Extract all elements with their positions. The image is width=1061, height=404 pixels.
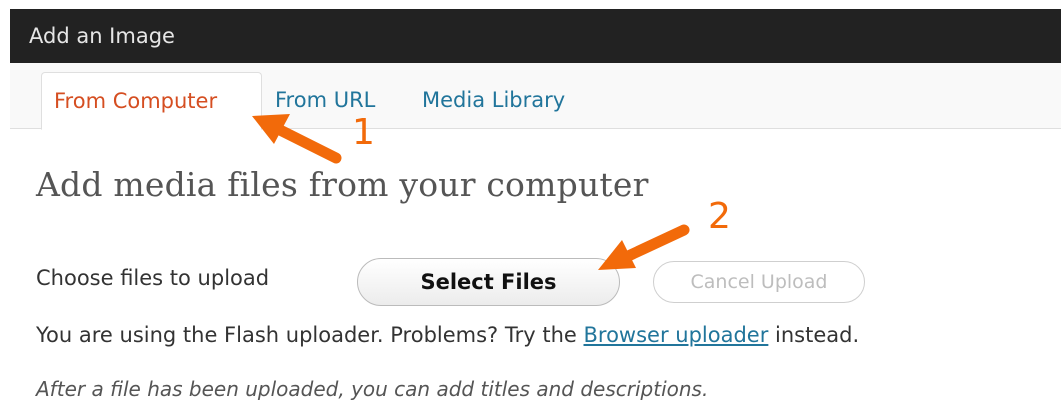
left-margin [0, 0, 10, 404]
add-image-dialog: Add an Image From Computer From URL Medi… [0, 0, 1061, 404]
tab-media-library[interactable]: Media Library [422, 72, 565, 130]
after-upload-note: After a file has been uploaded, you can … [36, 377, 709, 401]
annotation-step-1: 1 [352, 112, 375, 153]
flash-uploader-notice: You are using the Flash uploader. Proble… [36, 323, 859, 347]
page-title: Add media files from your computer [36, 165, 649, 204]
select-files-button[interactable]: Select Files [357, 258, 620, 306]
dialog-title: Add an Image [10, 9, 1061, 63]
browser-uploader-link[interactable]: Browser uploader [584, 323, 769, 347]
cancel-upload-button: Cancel Upload [653, 261, 865, 303]
choose-files-label: Choose files to upload [36, 266, 270, 290]
flash-text-before: You are using the Flash uploader. Proble… [36, 323, 584, 347]
flash-text-after: instead. [768, 323, 860, 347]
annotation-step-2: 2 [708, 196, 731, 237]
tab-bar: From Computer From URL Media Library [10, 63, 1061, 130]
tab-from-computer[interactable]: From Computer [41, 72, 262, 130]
